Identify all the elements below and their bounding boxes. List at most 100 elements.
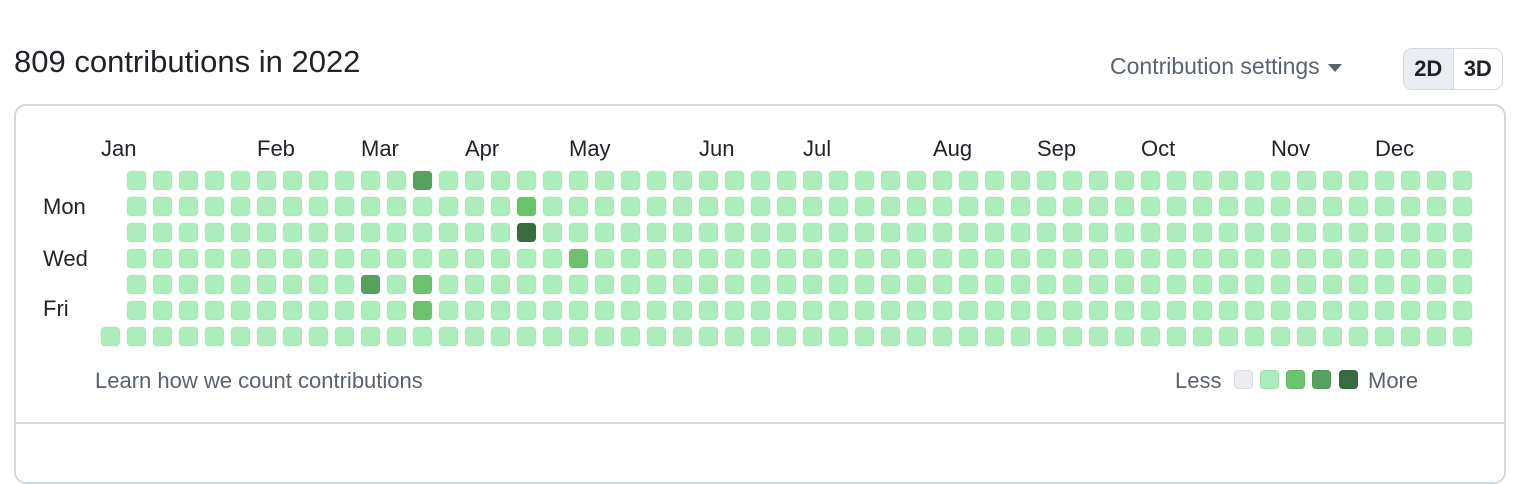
- contribution-day-cell[interactable]: [1062, 170, 1083, 191]
- contribution-day-cell[interactable]: [932, 274, 953, 295]
- contribution-day-cell[interactable]: [958, 196, 979, 217]
- contribution-day-cell[interactable]: [724, 170, 745, 191]
- contribution-day-cell[interactable]: [1166, 170, 1187, 191]
- contribution-day-cell[interactable]: [1010, 300, 1031, 321]
- contribution-day-cell[interactable]: [1322, 196, 1343, 217]
- contribution-day-cell[interactable]: [594, 326, 615, 347]
- contribution-day-cell[interactable]: [386, 170, 407, 191]
- contribution-day-cell[interactable]: [1374, 248, 1395, 269]
- contribution-day-cell[interactable]: [1062, 326, 1083, 347]
- contribution-day-cell[interactable]: [906, 300, 927, 321]
- contribution-day-cell[interactable]: [1374, 170, 1395, 191]
- contribution-day-cell[interactable]: [646, 196, 667, 217]
- contribution-day-cell[interactable]: [984, 326, 1005, 347]
- contribution-day-cell[interactable]: [334, 248, 355, 269]
- contribution-day-cell[interactable]: [802, 274, 823, 295]
- contribution-day-cell[interactable]: [152, 222, 173, 243]
- contribution-day-cell[interactable]: [282, 170, 303, 191]
- contribution-day-cell[interactable]: [204, 300, 225, 321]
- contribution-day-cell[interactable]: [204, 274, 225, 295]
- contribution-day-cell[interactable]: [1192, 300, 1213, 321]
- contribution-day-cell[interactable]: [672, 196, 693, 217]
- contribution-day-cell[interactable]: [1452, 222, 1473, 243]
- contribution-day-cell[interactable]: [828, 196, 849, 217]
- contribution-day-cell[interactable]: [568, 300, 589, 321]
- contribution-day-cell[interactable]: [672, 274, 693, 295]
- contribution-day-cell[interactable]: [1036, 170, 1057, 191]
- contribution-day-cell[interactable]: [750, 248, 771, 269]
- contribution-day-cell[interactable]: [568, 222, 589, 243]
- contribution-day-cell[interactable]: [308, 248, 329, 269]
- contribution-day-cell[interactable]: [334, 196, 355, 217]
- contribution-day-cell[interactable]: [1140, 300, 1161, 321]
- contribution-day-cell[interactable]: [256, 326, 277, 347]
- contribution-day-cell[interactable]: [1374, 196, 1395, 217]
- contribution-day-cell[interactable]: [854, 248, 875, 269]
- contribution-day-cell[interactable]: [1348, 274, 1369, 295]
- contribution-day-cell[interactable]: [1400, 196, 1421, 217]
- contribution-day-cell[interactable]: [1426, 248, 1447, 269]
- contribution-day-cell[interactable]: [802, 248, 823, 269]
- contribution-day-cell[interactable]: [1426, 300, 1447, 321]
- contribution-day-cell[interactable]: [204, 248, 225, 269]
- contribution-day-cell[interactable]: [698, 222, 719, 243]
- contribution-day-cell[interactable]: [542, 196, 563, 217]
- contribution-day-cell[interactable]: [1296, 300, 1317, 321]
- contribution-day-cell[interactable]: [880, 274, 901, 295]
- contribution-day-cell[interactable]: [854, 274, 875, 295]
- contribution-day-cell[interactable]: [1374, 274, 1395, 295]
- contribution-day-cell[interactable]: [958, 170, 979, 191]
- contribution-day-cell[interactable]: [1270, 248, 1291, 269]
- contribution-day-cell[interactable]: [1400, 274, 1421, 295]
- contribution-day-cell[interactable]: [178, 274, 199, 295]
- contribution-day-cell[interactable]: [1426, 196, 1447, 217]
- contribution-day-cell[interactable]: [1192, 170, 1213, 191]
- contribution-day-cell[interactable]: [282, 274, 303, 295]
- contribution-day-cell[interactable]: [178, 222, 199, 243]
- contribution-day-cell[interactable]: [1166, 274, 1187, 295]
- contribution-day-cell[interactable]: [698, 300, 719, 321]
- contribution-day-cell[interactable]: [854, 222, 875, 243]
- contribution-day-cell[interactable]: [906, 222, 927, 243]
- contribution-day-cell[interactable]: [1218, 248, 1239, 269]
- contribution-day-cell[interactable]: [542, 248, 563, 269]
- contribution-day-cell[interactable]: [646, 248, 667, 269]
- contribution-day-cell[interactable]: [516, 170, 537, 191]
- contribution-day-cell[interactable]: [464, 170, 485, 191]
- contribution-day-cell[interactable]: [282, 196, 303, 217]
- contribution-day-cell[interactable]: [776, 274, 797, 295]
- contribution-day-cell[interactable]: [568, 170, 589, 191]
- contribution-day-cell[interactable]: [152, 170, 173, 191]
- contribution-day-cell[interactable]: [360, 170, 381, 191]
- contribution-day-cell[interactable]: [1166, 222, 1187, 243]
- contribution-day-cell[interactable]: [1270, 170, 1291, 191]
- contribution-day-cell[interactable]: [386, 196, 407, 217]
- contribution-day-cell[interactable]: [724, 274, 745, 295]
- contribution-day-cell[interactable]: [490, 222, 511, 243]
- contribution-day-cell[interactable]: [568, 326, 589, 347]
- contribution-day-cell[interactable]: [724, 300, 745, 321]
- contribution-day-cell[interactable]: [1088, 274, 1109, 295]
- contribution-day-cell[interactable]: [204, 170, 225, 191]
- contribution-day-cell[interactable]: [1036, 326, 1057, 347]
- contribution-day-cell[interactable]: [464, 300, 485, 321]
- contribution-day-cell[interactable]: [230, 222, 251, 243]
- contribution-day-cell[interactable]: [1166, 248, 1187, 269]
- contribution-day-cell[interactable]: [1270, 196, 1291, 217]
- contribution-day-cell[interactable]: [386, 274, 407, 295]
- contribution-day-cell[interactable]: [620, 274, 641, 295]
- contribution-day-cell[interactable]: [1166, 300, 1187, 321]
- contribution-day-cell[interactable]: [594, 300, 615, 321]
- contribution-day-cell[interactable]: [1062, 196, 1083, 217]
- contribution-day-cell[interactable]: [646, 222, 667, 243]
- contribution-day-cell[interactable]: [204, 196, 225, 217]
- contribution-day-cell[interactable]: [360, 248, 381, 269]
- contribution-day-cell[interactable]: [308, 326, 329, 347]
- contribution-day-cell[interactable]: [1166, 196, 1187, 217]
- contribution-day-cell[interactable]: [204, 326, 225, 347]
- contribution-day-cell[interactable]: [1114, 248, 1135, 269]
- contribution-day-cell[interactable]: [906, 196, 927, 217]
- contribution-day-cell[interactable]: [984, 170, 1005, 191]
- contribution-day-cell[interactable]: [1426, 222, 1447, 243]
- contribution-day-cell[interactable]: [932, 300, 953, 321]
